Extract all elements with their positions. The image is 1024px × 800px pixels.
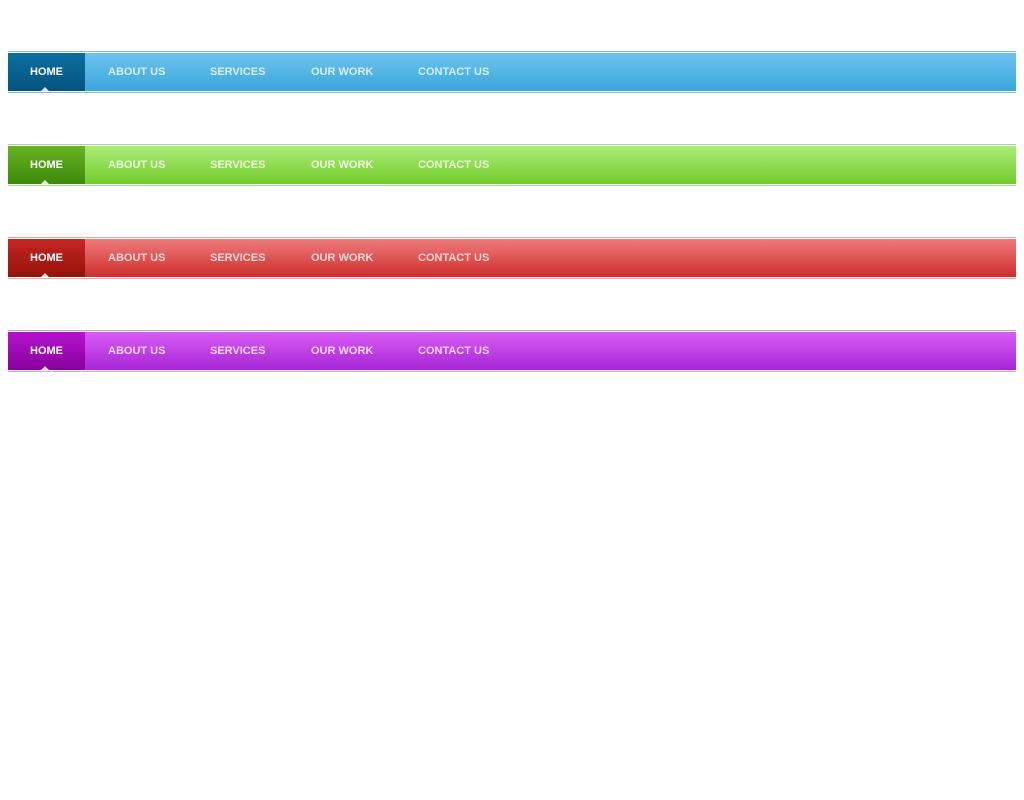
- nav-item-label: HOME: [30, 252, 63, 264]
- nav-item-home[interactable]: HOME: [8, 332, 85, 370]
- nav-item-contact-us[interactable]: CONTACT US: [418, 239, 489, 277]
- nav-top-border: [8, 51, 1016, 52]
- nav-item-our-work[interactable]: OUR WORK: [311, 146, 373, 184]
- nav-item-label: HOME: [30, 345, 63, 357]
- active-caret-icon: [41, 180, 49, 184]
- nav-body: HOME ABOUT US SERVICES OUR WORK CONTACT …: [8, 53, 1016, 91]
- nav-item-contact-us[interactable]: CONTACT US: [418, 53, 489, 91]
- nav-item-contact-us[interactable]: CONTACT US: [418, 332, 489, 370]
- nav-item-label: HOME: [30, 159, 63, 171]
- active-caret-icon: [41, 273, 49, 277]
- nav-item-home[interactable]: HOME: [8, 146, 85, 184]
- nav-bottom-border: [8, 185, 1016, 186]
- nav-top-border: [8, 237, 1016, 238]
- nav-item-about-us[interactable]: ABOUT US: [108, 53, 165, 91]
- nav-item-home[interactable]: HOME: [8, 239, 85, 277]
- nav-bottom-border: [8, 92, 1016, 93]
- nav-item-contact-us[interactable]: CONTACT US: [418, 146, 489, 184]
- nav-item-about-us[interactable]: ABOUT US: [108, 146, 165, 184]
- nav-item-services[interactable]: SERVICES: [210, 332, 265, 370]
- nav-bar-purple: HOME ABOUT US SERVICES OUR WORK CONTACT …: [8, 330, 1016, 372]
- nav-item-services[interactable]: SERVICES: [210, 53, 265, 91]
- nav-item-services[interactable]: SERVICES: [210, 239, 265, 277]
- active-caret-icon: [41, 87, 49, 91]
- nav-item-about-us[interactable]: ABOUT US: [108, 332, 165, 370]
- nav-item-home[interactable]: HOME: [8, 53, 85, 91]
- nav-item-about-us[interactable]: ABOUT US: [108, 239, 165, 277]
- nav-bar-red: HOME ABOUT US SERVICES OUR WORK CONTACT …: [8, 237, 1016, 279]
- nav-bar-blue: HOME ABOUT US SERVICES OUR WORK CONTACT …: [8, 51, 1016, 93]
- nav-body: HOME ABOUT US SERVICES OUR WORK CONTACT …: [8, 239, 1016, 277]
- nav-top-border: [8, 330, 1016, 331]
- nav-top-border: [8, 144, 1016, 145]
- active-caret-icon: [41, 366, 49, 370]
- nav-item-our-work[interactable]: OUR WORK: [311, 332, 373, 370]
- nav-body: HOME ABOUT US SERVICES OUR WORK CONTACT …: [8, 332, 1016, 370]
- nav-bottom-border: [8, 371, 1016, 372]
- nav-item-our-work[interactable]: OUR WORK: [311, 239, 373, 277]
- nav-bottom-border: [8, 278, 1016, 279]
- nav-item-label: HOME: [30, 66, 63, 78]
- nav-bar-green: HOME ABOUT US SERVICES OUR WORK CONTACT …: [8, 144, 1016, 186]
- nav-item-our-work[interactable]: OUR WORK: [311, 53, 373, 91]
- nav-item-services[interactable]: SERVICES: [210, 146, 265, 184]
- nav-body: HOME ABOUT US SERVICES OUR WORK CONTACT …: [8, 146, 1016, 184]
